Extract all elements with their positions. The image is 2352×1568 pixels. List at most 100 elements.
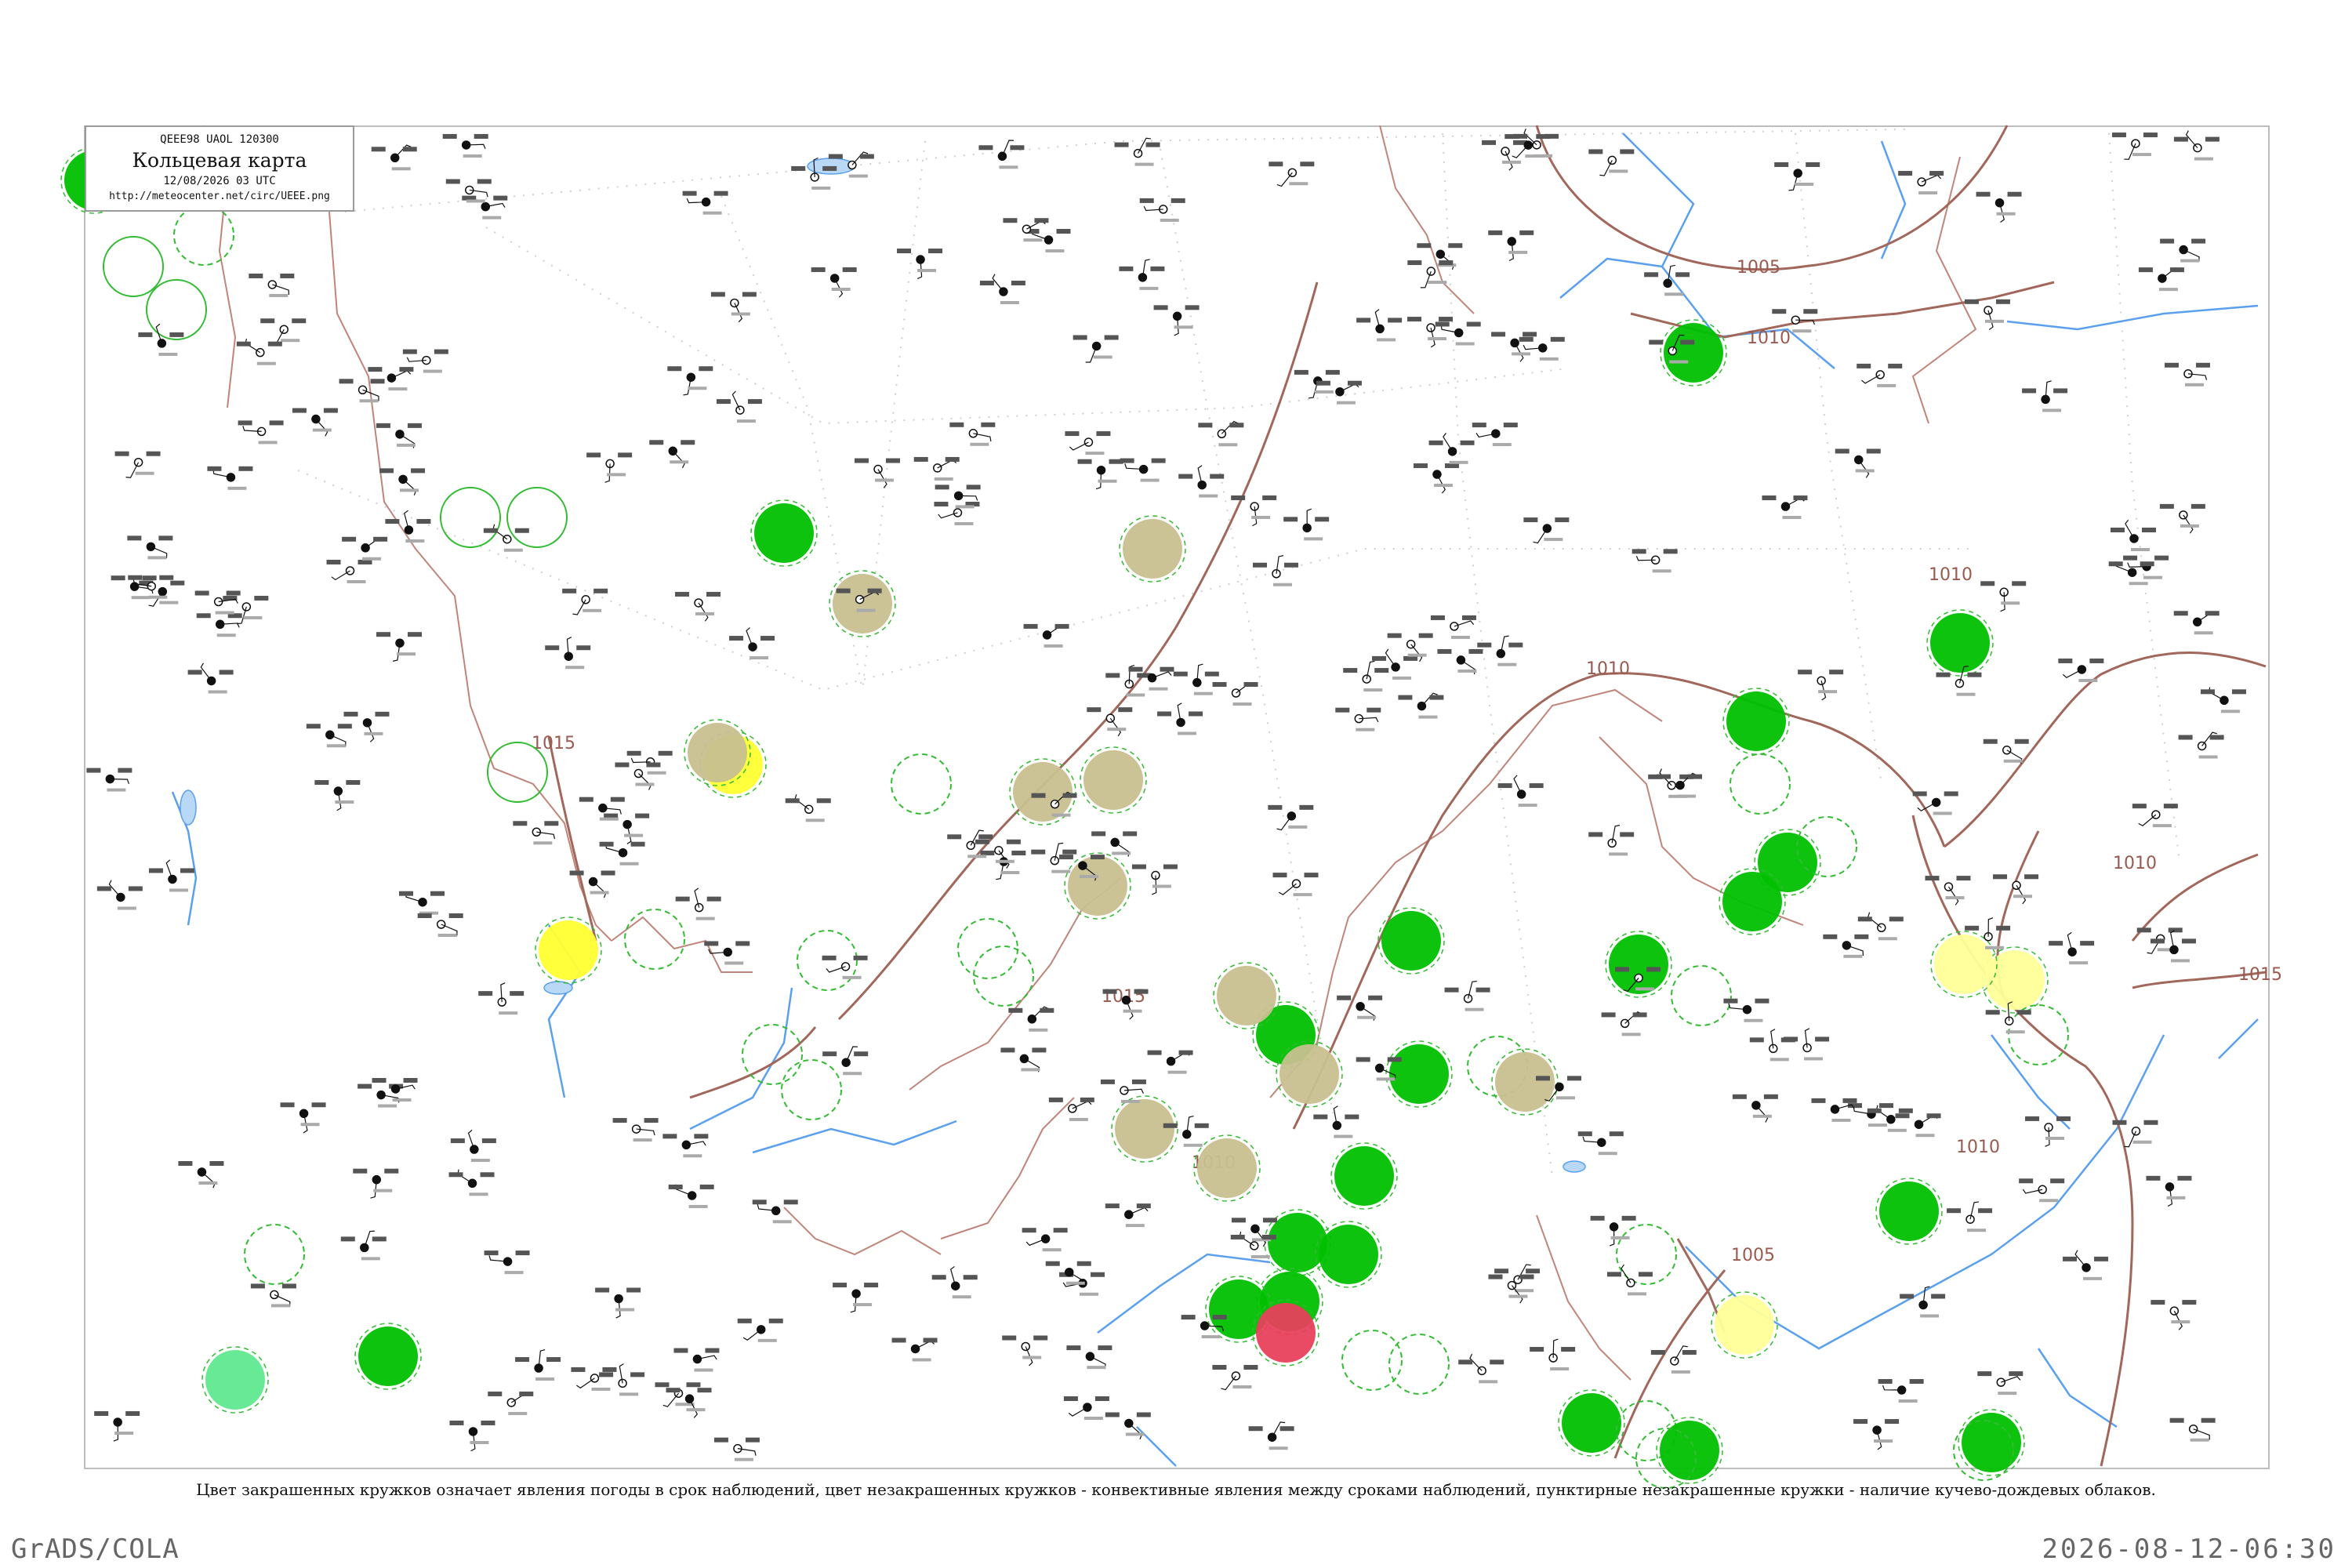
pressure-mark	[658, 750, 673, 756]
pressure-mark	[267, 341, 282, 347]
weather-circle	[1934, 935, 1994, 994]
pressure-mark	[1367, 707, 1381, 713]
station-plot	[1606, 1264, 1653, 1296]
station-name-mark	[470, 1159, 490, 1163]
weather-circle	[205, 1350, 265, 1410]
station-name-mark	[1867, 1123, 1887, 1127]
station-plot	[379, 468, 426, 495]
temperature-mark	[668, 1184, 683, 1189]
station-plot	[579, 797, 625, 821]
station-name-mark	[2129, 582, 2148, 586]
station-plot	[1878, 1379, 1924, 1403]
station-plot	[2132, 804, 2178, 828]
pressure-mark	[859, 154, 874, 159]
wind-barb	[1436, 474, 1446, 494]
station-name-mark	[952, 1295, 971, 1299]
temperature-mark	[358, 1083, 372, 1089]
station-name-mark	[1232, 1385, 1252, 1388]
station-name-mark	[1069, 1117, 1088, 1121]
station-plot	[1983, 739, 2029, 764]
station-plot	[306, 724, 352, 748]
station-plot	[450, 1129, 496, 1163]
temperature-mark	[682, 191, 697, 196]
temperature-mark	[1413, 463, 1428, 469]
station-name-mark	[2130, 547, 2150, 551]
station-plot	[2138, 267, 2184, 292]
temperature-mark	[353, 1168, 368, 1174]
station-plot	[822, 955, 868, 979]
station-plot	[2200, 687, 2246, 713]
station-plot	[1925, 876, 1971, 906]
station-plot	[371, 144, 417, 171]
station-plot	[1356, 309, 1403, 342]
station-plot	[1045, 1261, 1091, 1287]
temperature-mark	[138, 332, 153, 337]
temperature-mark	[442, 133, 457, 139]
pressure-mark	[1519, 230, 1534, 235]
wind-barb	[742, 1329, 762, 1341]
station-name-mark	[1021, 1068, 1040, 1072]
station-plot	[1120, 458, 1166, 482]
pressure-mark	[1261, 1234, 1276, 1240]
station-plot	[545, 637, 591, 670]
station-plot	[668, 1184, 714, 1208]
station-name-mark	[1314, 390, 1334, 394]
isobars	[547, 125, 2267, 1467]
pressure-mark	[2024, 874, 2039, 880]
temperature-mark	[1335, 707, 1350, 713]
synoptic-map: 1005 1010 1010 1010 1010 1010 1005 1015 …	[60, 125, 2282, 1489]
station-name-mark	[1334, 1134, 1353, 1138]
station-name-mark	[695, 916, 715, 920]
pressure-mark	[1475, 987, 1490, 993]
station-name-mark	[1450, 635, 1470, 639]
station-plot	[729, 627, 775, 660]
station-name-mark	[300, 1123, 320, 1127]
pressure-mark	[630, 1372, 645, 1377]
wind-barb	[1068, 1406, 1088, 1417]
pressure-mark	[448, 913, 463, 919]
station-name-mark	[1669, 360, 1689, 364]
station-name-mark	[853, 1303, 873, 1307]
station-plot	[931, 1265, 978, 1299]
pressure-mark	[1136, 1412, 1151, 1417]
temperature-mark	[236, 341, 251, 347]
pressure-mark	[1109, 459, 1123, 464]
pressure-mark	[158, 535, 173, 541]
pressure-mark	[1536, 134, 1551, 140]
temperature-mark	[828, 154, 843, 159]
station-name-mark	[1497, 662, 1517, 666]
station-name-mark	[954, 521, 974, 525]
pressure-mark	[1076, 1261, 1091, 1266]
station-plot	[1488, 1274, 1534, 1304]
map-url[interactable]: http://meteocenter.net/circ/UEEE.png	[86, 191, 353, 202]
temperature-mark	[579, 797, 593, 802]
temperature-mark	[379, 468, 394, 474]
station-name-mark	[1087, 1366, 1106, 1370]
station-name-mark	[1407, 653, 1427, 657]
pressure-mark	[694, 1134, 709, 1139]
convective-ring	[742, 1024, 803, 1085]
pressure-mark	[1096, 431, 1111, 437]
station-plot	[1458, 1353, 1504, 1384]
convective-ring	[1341, 1330, 1403, 1391]
station-plot	[822, 1046, 869, 1076]
temperature-mark	[1835, 448, 1849, 454]
station-plot	[1853, 1419, 1900, 1450]
pressure-mark	[1150, 266, 1165, 271]
station-name-mark	[772, 1220, 792, 1224]
temperature-mark	[2146, 1175, 2161, 1181]
temperature-mark	[2123, 555, 2138, 561]
station-name-mark	[1079, 875, 1098, 879]
temperature-mark	[1936, 672, 1951, 677]
station-name-mark	[1125, 1224, 1145, 1228]
station-name-mark	[1877, 383, 1896, 387]
temperature-mark	[2132, 804, 2147, 809]
station-plot	[1497, 775, 1544, 808]
station-plot	[1335, 707, 1381, 731]
station-name-mark	[2194, 631, 2213, 635]
temperature-mark	[2111, 132, 2126, 138]
pressure-mark	[854, 1051, 869, 1057]
station-plot	[1482, 140, 1528, 171]
station-plot	[1964, 299, 2010, 331]
station-name-mark	[2180, 524, 2199, 528]
